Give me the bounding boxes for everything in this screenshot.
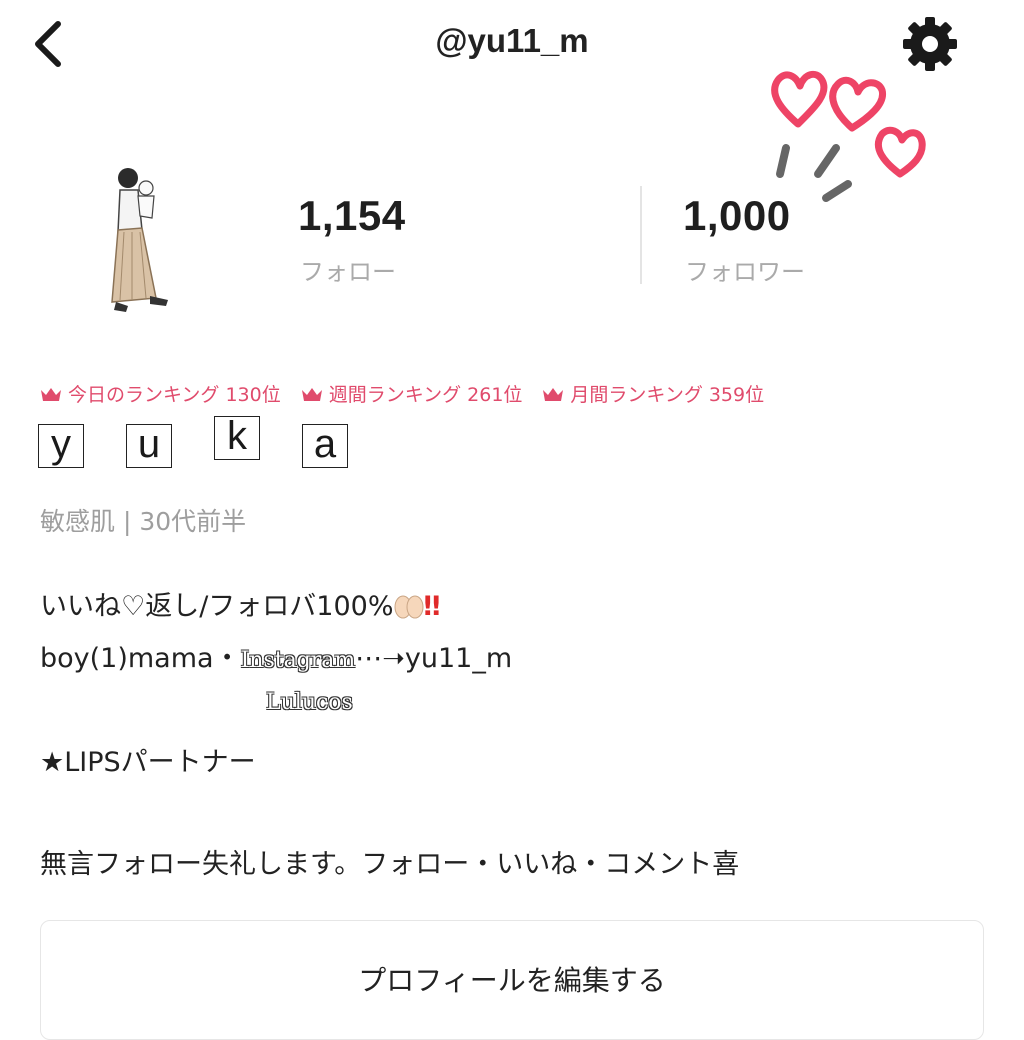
display-name-char: y xyxy=(38,424,84,468)
avatar[interactable] xyxy=(98,160,188,320)
bio-line: ★LIPSパートナー xyxy=(40,747,256,778)
ranking-label: 月間ランキング xyxy=(570,384,703,406)
following-label[interactable]: フォロー xyxy=(300,252,396,287)
crown-icon xyxy=(301,387,322,401)
bio-line: いいね♡返し/フォロバ100% ‼︎ xyxy=(40,584,440,623)
ranking-label: 今日のランキング xyxy=(68,384,220,406)
following-count[interactable]: 1,154 xyxy=(298,192,406,240)
ranking-weekly[interactable]: 週間ランキング 261位 xyxy=(301,380,523,407)
double-exclamation-icon: ‼︎ xyxy=(423,591,441,622)
profile-meta: 敏感肌 | 30代前半 xyxy=(40,507,247,536)
ranking-value: 130位 xyxy=(225,384,281,406)
ranking-value: 261位 xyxy=(467,384,523,406)
bio-lulucos-text: Lulucos xyxy=(266,690,353,715)
follower-label[interactable]: フォロワー xyxy=(685,252,805,287)
hearts-decoration-icon xyxy=(771,70,926,202)
bio-text: ⋯➝yu11_m xyxy=(355,643,513,674)
follower-count[interactable]: 1,000 xyxy=(683,192,791,240)
edit-profile-button[interactable]: プロフィールを編集する xyxy=(40,920,984,1040)
display-name: y u k a xyxy=(38,416,348,468)
ranking-label: 週間ランキング xyxy=(328,384,462,406)
display-name-char: u xyxy=(126,424,172,468)
bio-line: boy(1)mama・Instagram⋯➝yu11_m xyxy=(40,636,512,675)
ranking-row: 今日のランキング 130位 週間ランキング 261位 月間ランキング 359位 xyxy=(40,380,764,407)
ranking-daily[interactable]: 今日のランキング 130位 xyxy=(40,380,281,407)
crown-icon xyxy=(543,387,564,401)
bio-instagram-text: Instagram xyxy=(240,648,356,673)
page-title-username: @yu11_m xyxy=(435,22,589,59)
stats-divider xyxy=(640,186,642,284)
display-name-char: a xyxy=(302,424,348,468)
bio-text: boy(1)mama・ xyxy=(40,643,241,674)
bio-line: 無言フォロー失礼します。フォロー・いいね・コメント喜 xyxy=(40,849,740,880)
display-name-char: k xyxy=(214,416,260,460)
ranking-monthly[interactable]: 月間ランキング 359位 xyxy=(542,380,764,407)
ranking-value: 359位 xyxy=(708,384,765,406)
raised-hands-icon xyxy=(394,595,423,619)
crown-icon xyxy=(41,387,61,401)
bio-text: いいね♡返し/フォロバ100% xyxy=(40,591,394,622)
edit-profile-label: プロフィールを編集する xyxy=(358,964,666,997)
